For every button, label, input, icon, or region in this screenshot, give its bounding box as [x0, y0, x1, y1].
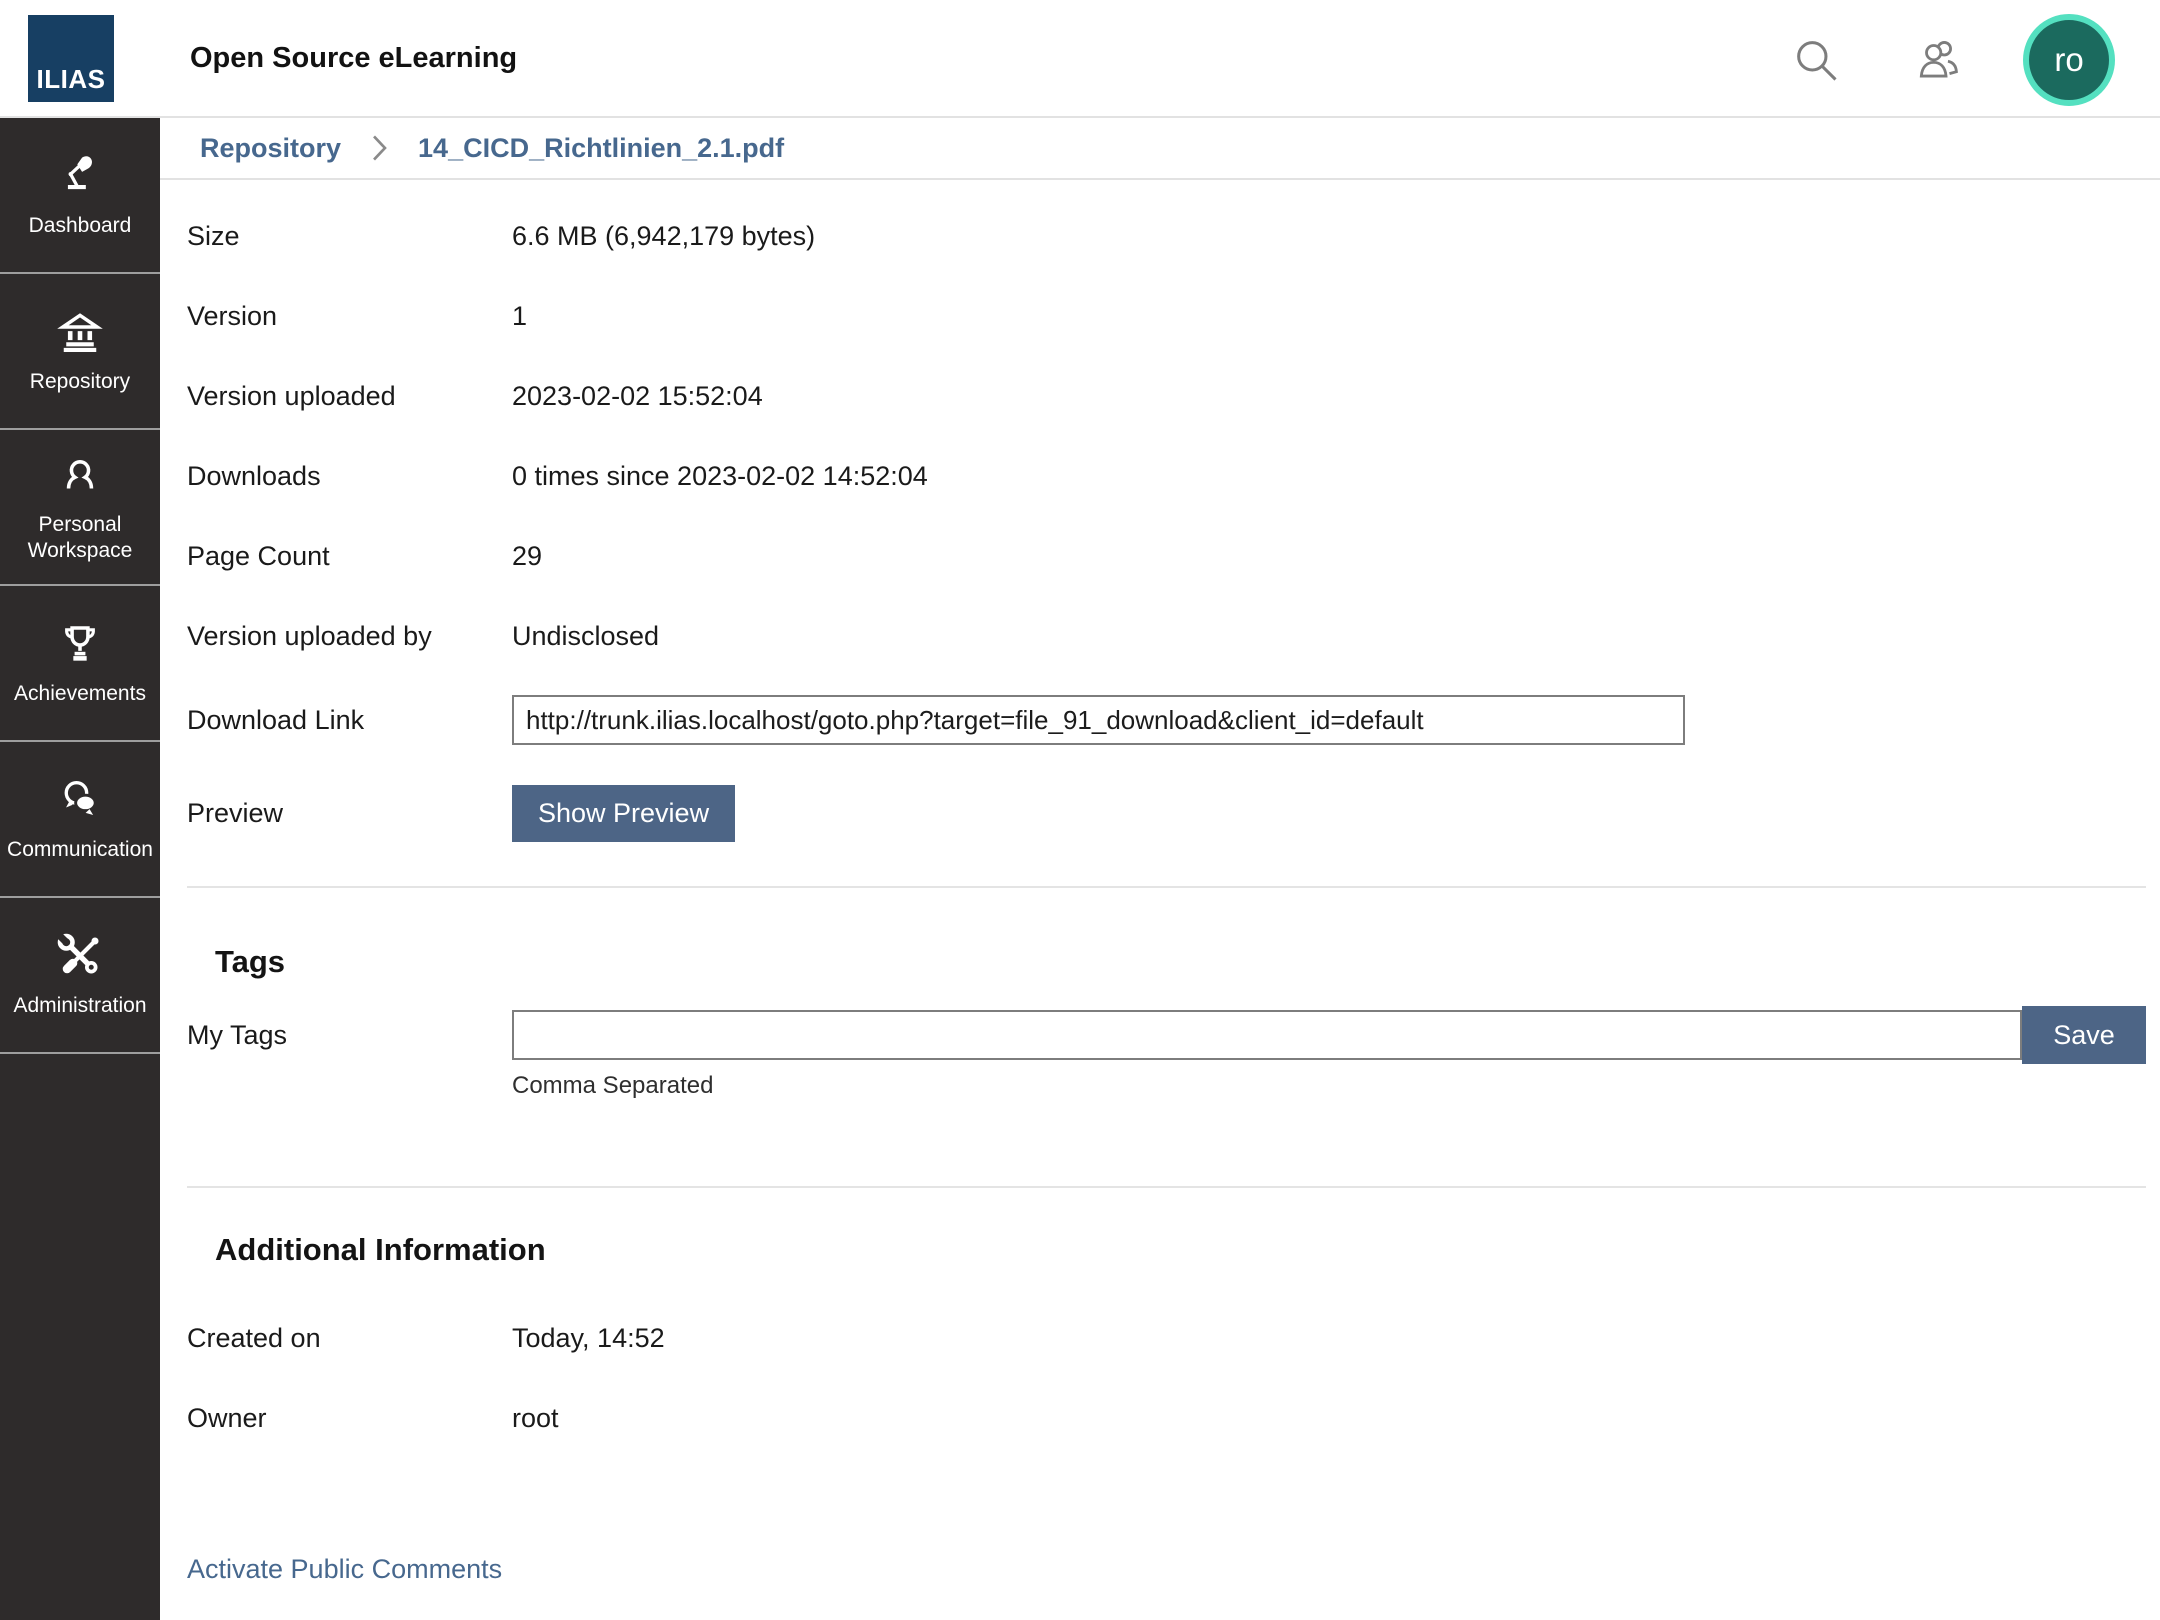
my-tags-hint-row: Comma Separated — [187, 1072, 2146, 1100]
file-info-content: Size 6.6 MB (6,942,179 bytes) Version 1 … — [160, 180, 2160, 1620]
avatar-initials: ro — [2054, 41, 2083, 79]
breadcrumb-current-file[interactable]: 14_CICD_Richtlinien_2.1.pdf — [418, 133, 784, 164]
sidebar-item-repository[interactable]: Repository — [0, 274, 160, 430]
property-value: 6.6 MB (6,942,179 bytes) — [512, 196, 2146, 276]
sidebar-item-personal-workspace[interactable]: Personal Workspace — [0, 430, 160, 586]
page-title: Open Source eLearning — [190, 0, 517, 116]
sidebar-label: Personal Workspace — [0, 512, 160, 565]
chevron-right-icon — [371, 133, 388, 163]
download-link-label: Download Link — [187, 676, 512, 764]
info-label: Created on — [187, 1298, 512, 1378]
my-tags-label: My Tags — [187, 1020, 512, 1051]
file-properties: Size 6.6 MB (6,942,179 bytes) Version 1 … — [187, 196, 2146, 862]
property-value: Undisclosed — [512, 596, 2146, 676]
dashboard-lamp-icon — [55, 151, 105, 201]
property-value: 2023-02-02 15:52:04 — [512, 356, 2146, 436]
repository-bank-icon — [55, 307, 105, 357]
show-preview-button[interactable]: Show Preview — [512, 785, 735, 842]
sidebar-label: Repository — [26, 369, 134, 395]
main-sidebar: Dashboard Repository Personal Workspace … — [0, 118, 160, 1620]
activate-public-comments-link[interactable]: Activate Public Comments — [187, 1554, 502, 1585]
tags-heading: Tags — [215, 944, 2146, 980]
administration-tools-icon — [55, 931, 105, 981]
achievements-trophy-icon — [55, 619, 105, 669]
ilias-logo[interactable]: ILIAS — [28, 15, 114, 102]
property-label: Size — [187, 196, 512, 276]
sidebar-item-dashboard[interactable]: Dashboard — [0, 118, 160, 274]
property-value: 29 — [512, 516, 2146, 596]
info-value: root — [512, 1378, 2146, 1458]
sidebar-label: Communication — [3, 837, 157, 863]
section-divider — [187, 1186, 2146, 1188]
ilias-logo-text: ILIAS — [37, 64, 106, 95]
my-tags-hint: Comma Separated — [512, 1072, 2146, 1100]
section-divider — [187, 886, 2146, 888]
info-label: Owner — [187, 1378, 512, 1458]
property-label: Page Count — [187, 516, 512, 596]
save-tags-button[interactable]: Save — [2022, 1006, 2146, 1064]
my-tags-input[interactable] — [512, 1010, 2022, 1060]
breadcrumb: Repository 14_CICD_Richtlinien_2.1.pdf — [160, 118, 2160, 180]
sidebar-item-communication[interactable]: Communication — [0, 742, 160, 898]
additional-information-rows: Created on Today, 14:52 Owner root — [187, 1298, 2146, 1458]
sidebar-label: Administration — [9, 993, 150, 1019]
property-label: Version — [187, 276, 512, 356]
communication-chat-icon — [55, 775, 105, 825]
personal-workspace-user-icon — [55, 450, 105, 500]
info-value: Today, 14:52 — [512, 1298, 2146, 1378]
top-header: ILIAS Open Source eLearning ro — [0, 0, 2160, 118]
search-icon — [1790, 34, 1842, 86]
search-button[interactable] — [1790, 34, 1842, 86]
property-value: 0 times since 2023-02-02 14:52:04 — [512, 436, 2146, 516]
additional-information-heading: Additional Information — [215, 1232, 2146, 1268]
sidebar-label: Achievements — [10, 681, 150, 707]
sidebar-item-administration[interactable]: Administration — [0, 898, 160, 1054]
property-label: Version uploaded by — [187, 596, 512, 676]
sidebar-item-achievements[interactable]: Achievements — [0, 586, 160, 742]
property-value: 1 — [512, 276, 2146, 356]
property-label: Downloads — [187, 436, 512, 516]
sidebar-label: Dashboard — [25, 213, 136, 239]
who-is-online-button[interactable] — [1912, 34, 1964, 86]
avatar[interactable]: ro — [2023, 14, 2115, 106]
breadcrumb-repository-link[interactable]: Repository — [200, 133, 341, 164]
preview-label: Preview — [187, 764, 512, 862]
who-is-online-icon — [1912, 34, 1964, 86]
my-tags-row: My Tags Save — [187, 1006, 2146, 1064]
property-label: Version uploaded — [187, 356, 512, 436]
download-link-input[interactable] — [512, 695, 1685, 745]
